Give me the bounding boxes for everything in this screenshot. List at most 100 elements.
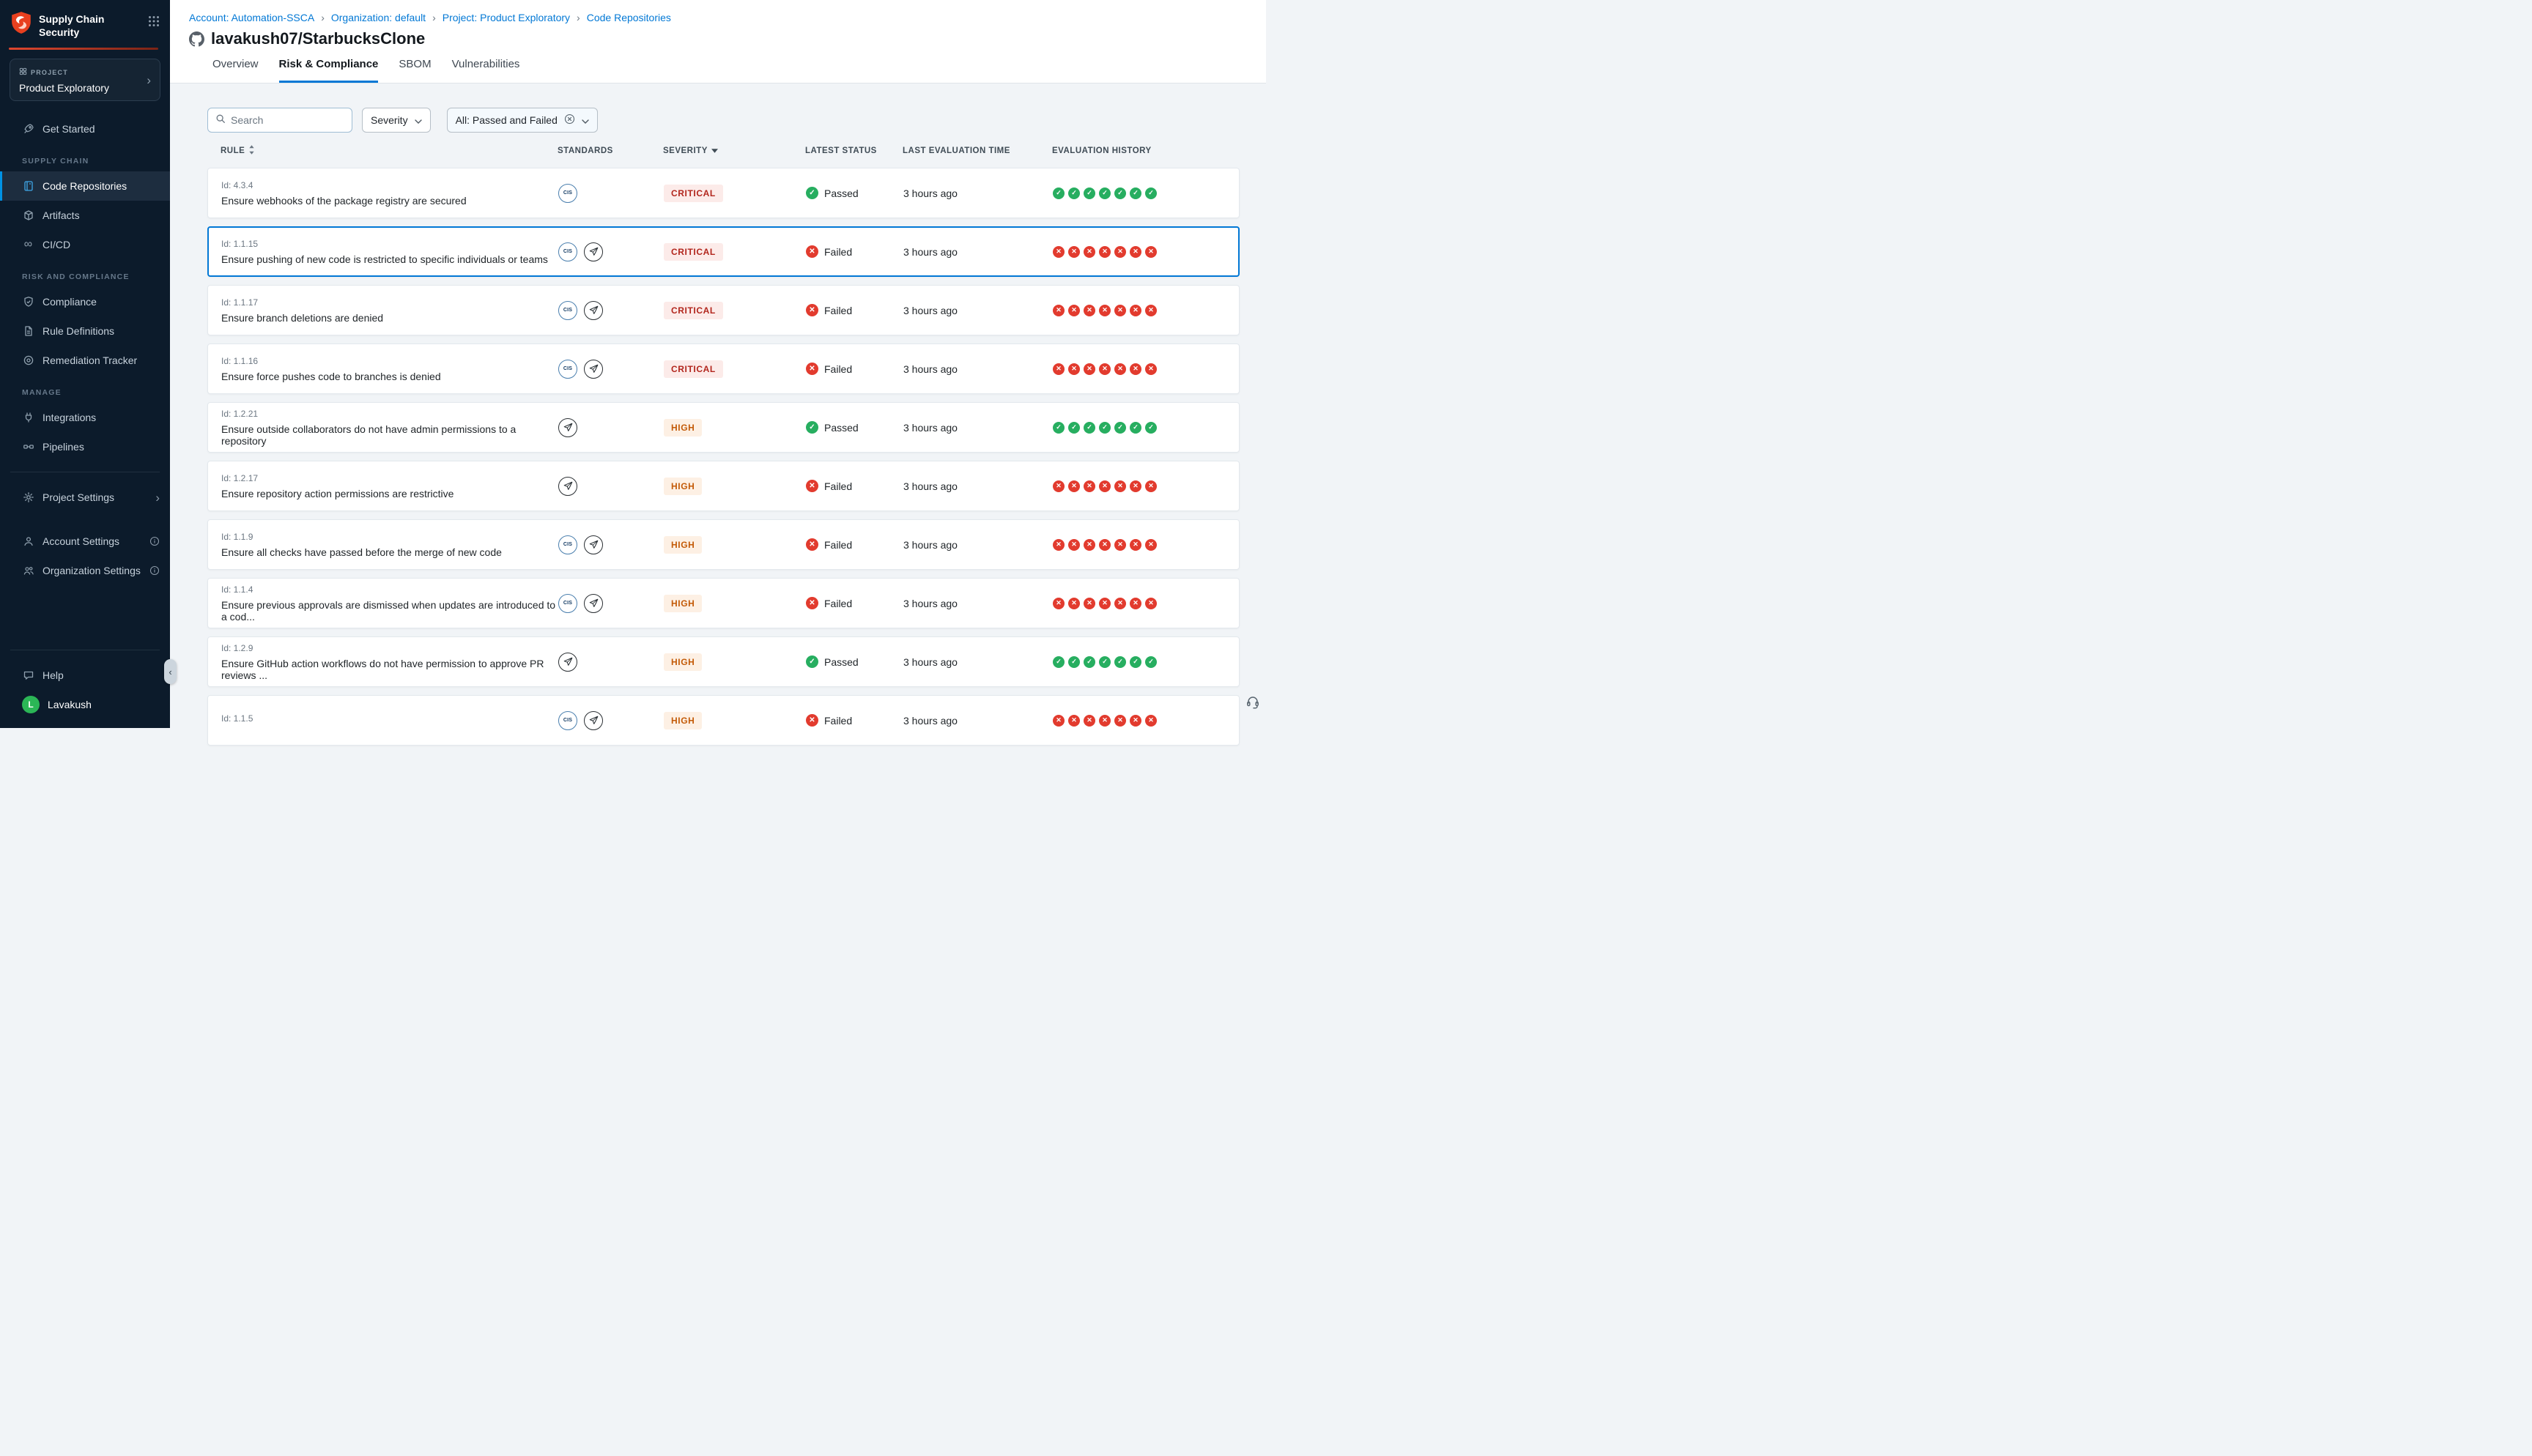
x-circle-icon: ✕ [1084,363,1095,375]
user-menu[interactable]: L Lavakush [0,690,170,719]
tab-sbom[interactable]: SBOM [399,58,431,83]
rule-id: Id: 1.2.9 [221,643,558,653]
severity-badge: CRITICAL [664,360,723,378]
table-row[interactable]: Id: 1.1.9Ensure all checks have passed b… [207,519,1240,570]
sidebar-item-account-settings[interactable]: Account Settings [0,527,170,556]
tab-overview[interactable]: Overview [212,58,259,83]
search-input[interactable] [231,114,344,126]
x-circle-icon: ✕ [1084,539,1095,551]
sidebar-item-label: Remediation Tracker [42,354,137,366]
table-row[interactable]: Id: 1.2.21Ensure outside collaborators d… [207,402,1240,453]
x-circle-icon: ✕ [1130,363,1141,375]
sidebar-item-integrations[interactable]: Integrations [0,403,170,432]
openssf-standard-icon [558,653,577,672]
rocket-icon [22,123,34,135]
filter-bar: Severity All: Passed and Failed [207,108,1240,133]
clear-filter-icon[interactable] [564,114,575,127]
cis-standard-icon: CIS [558,535,577,554]
openssf-standard-icon [558,418,577,437]
breadcrumb-organization[interactable]: Organization: default [331,12,426,23]
x-circle-icon: ✕ [1145,305,1157,316]
table-row[interactable]: Id: 1.1.17Ensure branch deletions are de… [207,285,1240,335]
github-icon [189,31,204,47]
rule-id: Id: 4.3.4 [221,180,558,190]
status-filter-dropdown[interactable]: All: Passed and Failed [447,108,598,133]
severity-badge: HIGH [664,712,702,729]
x-circle-icon: ✕ [1084,598,1095,609]
evaluation-history: ✕✕✕✕✕✕✕ [1053,539,1239,551]
sidebar-collapse-handle[interactable]: ‹ [164,659,177,684]
sidebar-item-pipelines[interactable]: Pipelines [0,432,170,461]
standards-cell [558,477,664,496]
x-circle-icon: ✕ [1053,715,1065,727]
page-title: lavakush07/StarbucksClone [211,29,425,48]
status-icon: ✕ [806,714,818,727]
sidebar-item-project-settings[interactable]: Project Settings › [0,483,170,512]
evaluation-time: 3 hours ago [903,305,1053,316]
x-circle-icon: ✕ [1084,480,1095,492]
x-circle-icon: ✕ [1130,246,1141,258]
severity-badge: CRITICAL [664,302,723,319]
column-evaluation-history: EVALUATION HISTORY [1052,146,1240,155]
table-row[interactable]: Id: 1.2.9Ensure GitHub action workflows … [207,636,1240,687]
table-row-selected[interactable]: Id: 1.1.15Ensure pushing of new code is … [207,226,1240,277]
check-circle-icon: ✓ [1130,422,1141,434]
sidebar-item-compliance[interactable]: Compliance [0,287,170,316]
breadcrumb-project[interactable]: Project: Product Exploratory [443,12,570,23]
check-circle-icon: ✓ [1145,187,1157,199]
rule-id: Id: 1.1.15 [221,239,558,249]
check-circle-icon: ✓ [1114,422,1126,434]
breadcrumb-account[interactable]: Account: Automation-SSCA [189,12,314,23]
sidebar-item-label: Get Started [42,123,95,135]
check-circle-icon: ✓ [1053,187,1065,199]
x-circle-icon: ✕ [1099,480,1111,492]
sidebar-item-organization-settings[interactable]: Organization Settings [0,556,170,585]
sidebar-item-code-repositories[interactable]: Code Repositories [0,171,170,201]
project-selector[interactable]: PROJECT Product Exploratory › [10,59,160,101]
rule-name: Ensure all checks have passed before the… [221,546,558,558]
standards-cell: CIS [558,711,664,730]
x-circle-icon: ✕ [1099,363,1111,375]
x-circle-icon: ✕ [1053,305,1065,316]
risk-compliance-content: Severity All: Passed and Failed RULE [170,83,1266,746]
x-circle-icon: ✕ [1068,539,1080,551]
status-icon: ✕ [806,304,818,316]
evaluation-history: ✕✕✕✕✕✕✕ [1053,363,1239,375]
sidebar-item-help[interactable]: Help [0,661,170,690]
table-row[interactable]: Id: 1.2.17Ensure repository action permi… [207,461,1240,511]
tab-risk-compliance[interactable]: Risk & Compliance [279,58,379,83]
sidebar-item-artifacts[interactable]: Artifacts [0,201,170,230]
x-circle-icon: ✕ [1145,715,1157,727]
x-circle-icon: ✕ [1145,246,1157,258]
sidebar-item-cicd[interactable]: ∞ CI/CD [0,230,170,259]
support-chat-icon[interactable] [1245,694,1260,713]
evaluation-time: 3 hours ago [903,422,1053,434]
table-row[interactable]: Id: 1.1.5 CIS HIGH ✕Failed 3 hours ago ✕… [207,695,1240,746]
sidebar-item-get-started[interactable]: Get Started [0,114,170,144]
column-rule[interactable]: RULE [221,145,558,157]
table-row[interactable]: Id: 1.1.16Ensure force pushes code to br… [207,343,1240,394]
column-severity[interactable]: SEVERITY [663,146,805,155]
sort-icon[interactable] [248,145,255,157]
evaluation-history: ✕✕✕✕✕✕✕ [1053,598,1239,609]
cis-standard-icon: CIS [558,711,577,730]
breadcrumb-code-repositories[interactable]: Code Repositories [587,12,671,23]
status-cell: ✕Failed [806,714,903,727]
table-row[interactable]: Id: 1.1.4Ensure previous approvals are d… [207,578,1240,628]
severity-badge: HIGH [664,653,702,671]
standards-cell: CIS [558,301,664,320]
apps-grid-icon[interactable] [148,11,160,31]
severity-filter-dropdown[interactable]: Severity [362,108,431,133]
tab-vulnerabilities[interactable]: Vulnerabilities [452,58,520,83]
evaluation-history: ✕✕✕✕✕✕✕ [1053,246,1238,258]
x-circle-icon: ✕ [1068,598,1080,609]
table-row[interactable]: Id: 4.3.4Ensure webhooks of the package … [207,168,1240,218]
severity-badge: CRITICAL [664,185,723,202]
target-icon [22,354,34,366]
x-circle-icon: ✕ [1114,539,1126,551]
sidebar-item-rule-definitions[interactable]: Rule Definitions [0,316,170,346]
column-last-evaluation-time: LAST EVALUATION TIME [903,146,1052,155]
sidebar-item-remediation-tracker[interactable]: Remediation Tracker [0,346,170,375]
sidebar-footer: Help L Lavakush [0,639,170,728]
chevron-right-icon: › [321,12,325,23]
